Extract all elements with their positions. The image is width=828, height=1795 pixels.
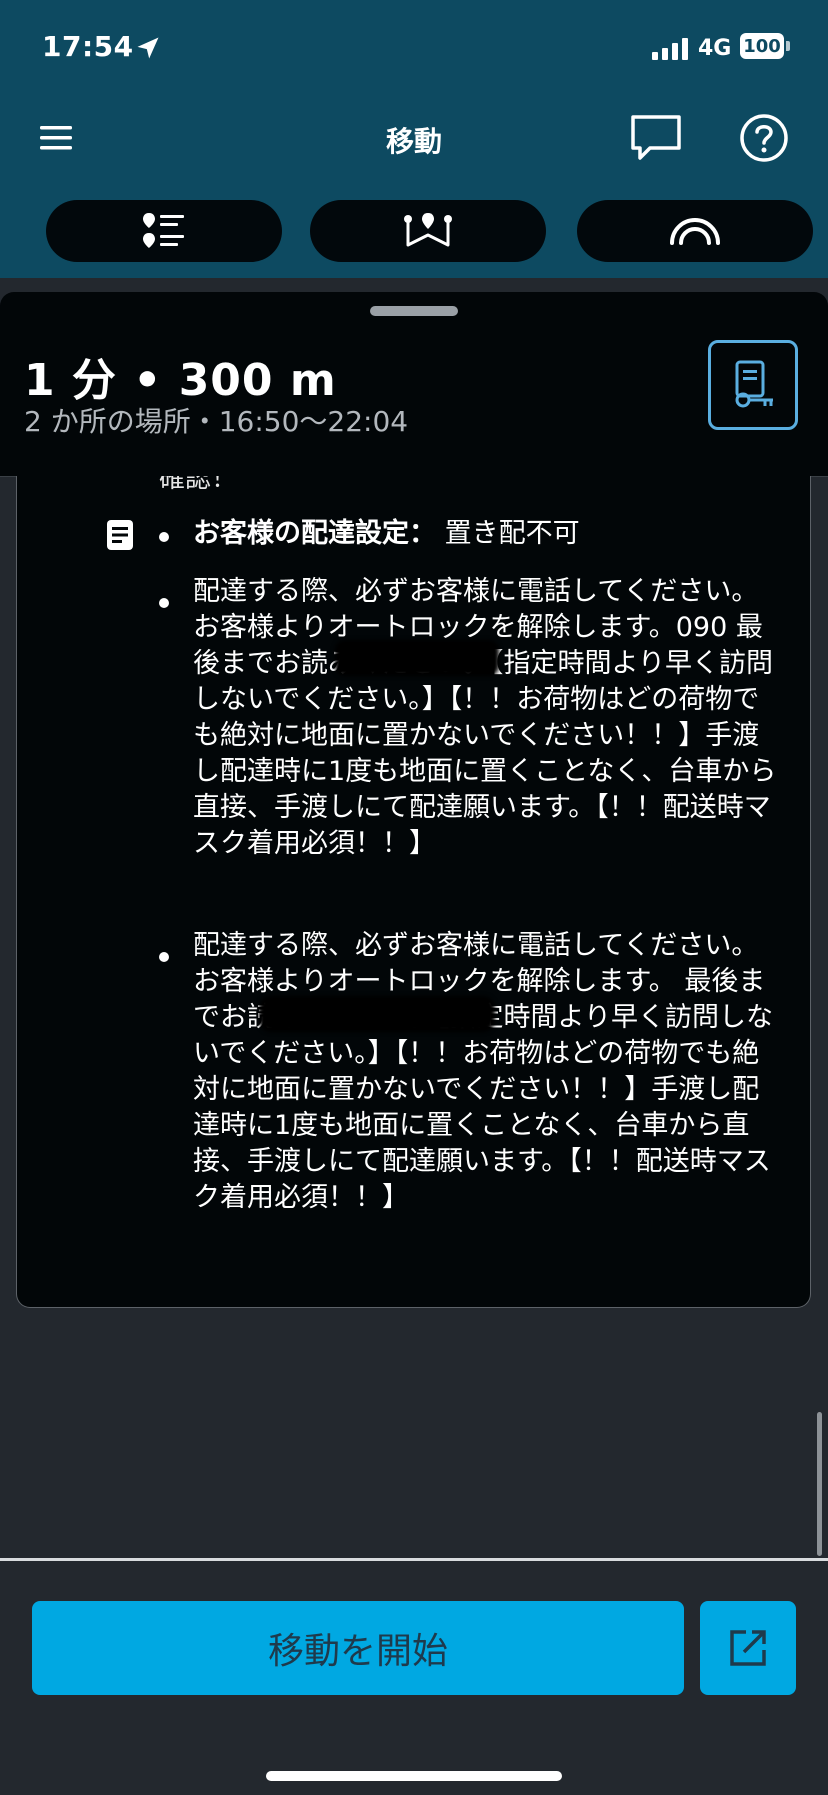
document-key-icon (735, 360, 773, 408)
bottom-action-bar: 移動を開始 (0, 1558, 828, 1795)
bullet (159, 532, 169, 542)
start-navigation-button[interactable]: 移動を開始 (32, 1601, 684, 1695)
delivery-note: 配達する際、必ずお客様に電話してください。お客様よりオートロックを解除します。 … (193, 930, 773, 1213)
open-external-button[interactable] (700, 1601, 796, 1695)
eta-summary: 1 分 • 300 m (24, 355, 337, 406)
drag-handle[interactable] (370, 306, 458, 316)
home-indicator (266, 1771, 562, 1781)
page-title: 移動 (385, 125, 442, 158)
access-code-button[interactable] (708, 340, 798, 430)
stops-list-tab[interactable] (46, 200, 282, 262)
delivery-setting-value: 置き配不可 (444, 518, 580, 549)
location-arrow-icon (137, 37, 159, 59)
delivery-note: 配達する際、必ずお客様に電話してください。お客様よりオートロックを解除します。0… (193, 576, 777, 859)
delivery-notes-card: 確認！ お客様の配達設定： 置き配不可 配達する際、必ずお客様に電話してください… (16, 476, 811, 1308)
delivery-setting-label: お客様の配達設定： (193, 518, 436, 549)
redacted-phone (335, 640, 499, 676)
bullet (159, 952, 169, 962)
stops-list-icon (143, 213, 184, 248)
help-icon[interactable] (738, 112, 790, 164)
status-time: 17:54 (42, 30, 134, 63)
note-icon (107, 520, 133, 550)
bullet (159, 598, 169, 608)
route-icon (404, 213, 452, 247)
route-tab[interactable] (310, 200, 546, 262)
top-bar: 17:54 4G 100 移動 (0, 0, 828, 278)
chat-icon[interactable] (628, 112, 684, 164)
cellular-signal-icon (652, 38, 688, 60)
battery-icon: 100 (740, 33, 792, 61)
speedometer-tab[interactable] (577, 200, 813, 262)
sheet-header: 1 分 • 300 m 2 か所の場所・16:50～22:04 (0, 292, 828, 477)
speedometer-icon (670, 218, 720, 245)
network-type: 4G (698, 36, 732, 61)
redacted-phone (259, 996, 495, 1032)
battery-tip (786, 41, 790, 51)
delivery-setting: お客様の配達設定： 置き配不可 (193, 516, 580, 552)
battery-level: 100 (740, 33, 784, 59)
stops-time-window: 2 か所の場所・16:50～22:04 (24, 405, 409, 438)
scrollbar[interactable] (817, 1412, 822, 1556)
external-link-icon (730, 1630, 766, 1666)
truncated-text: 確認！ (159, 476, 238, 494)
